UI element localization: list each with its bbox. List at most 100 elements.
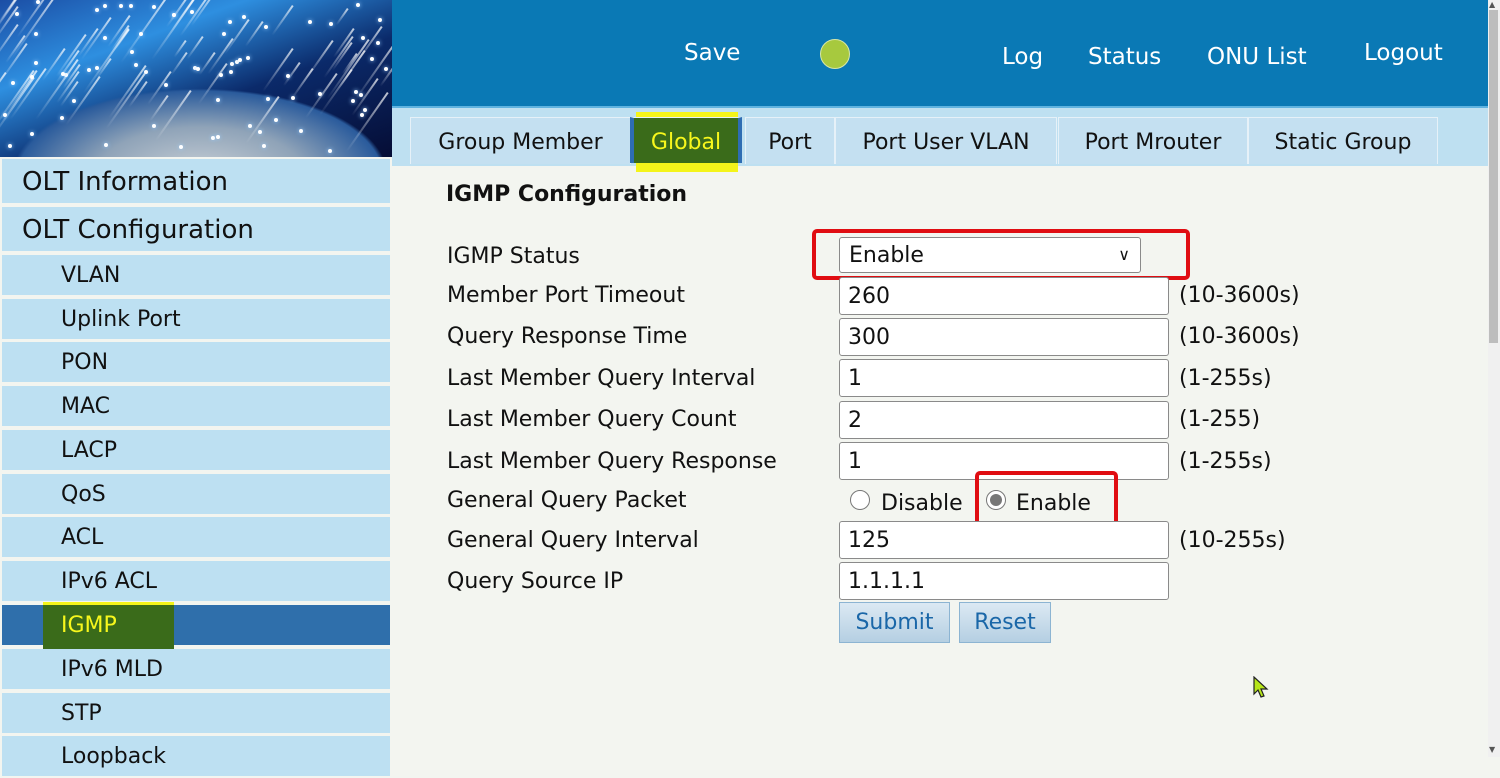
light-dot [358,92,363,97]
sidebar-item-olt-information[interactable]: OLT Information [2,159,390,203]
tab-static-group[interactable]: Static Group [1248,117,1438,164]
sidebar-item-label: LACP [61,438,118,463]
fiber-streak [290,67,314,99]
sidebar-item-mac[interactable]: MAC [2,386,390,426]
query-source-ip-label: Query Source IP [447,569,624,594]
fiber-streak [154,89,192,141]
sidebar-item-label: STP [61,701,102,726]
sidebar-item-label: VLAN [61,263,121,288]
light-dot [263,25,268,30]
onu-list-link[interactable]: ONU List [1207,44,1307,70]
tab-port-user-vlan[interactable]: Port User VLAN [835,117,1057,164]
scrollbar-thumb[interactable] [1489,10,1498,343]
sidebar-item-label: ACL [61,525,104,550]
igmp-status-label: IGMP Status [447,244,580,269]
fiber-streak [186,36,204,60]
sidebar-item-vlan[interactable]: VLAN [2,255,390,295]
query-response-time-range: (10-3600s) [1179,324,1300,349]
tab-global[interactable]: Global [630,117,742,163]
light-dot [103,3,108,8]
sidebar-item-loopback[interactable]: Loopback [2,736,390,776]
light-dot [229,70,234,75]
status-link[interactable]: Status [1088,44,1161,70]
member-port-timeout-range: (10-3600s) [1179,283,1300,308]
vertical-scrollbar[interactable]: ▲ ▼ [1488,0,1500,757]
sidebar-item-label: IPv6 ACL [61,569,158,594]
light-dot [265,97,270,102]
light-dot [195,66,200,71]
last-member-query-response-label: Last Member Query Response [447,449,777,474]
sidebar-item-qos[interactable]: QoS [2,474,390,514]
light-dot [118,4,123,9]
light-dot [237,57,242,62]
light-dot [11,80,16,85]
general-query-interval-label: General Query Interval [447,528,699,553]
last-member-query-interval-range: (1-255s) [1179,366,1272,391]
light-dot [356,2,361,7]
sidebar-item-lacp[interactable]: LACP [2,430,390,470]
light-dot [102,35,107,40]
scroll-down-arrow-icon[interactable]: ▼ [1489,745,1495,754]
member-port-timeout-input[interactable] [839,277,1169,315]
light-dot [33,60,38,65]
fiber-streak [146,71,172,106]
light-dot [104,143,109,148]
logout-link[interactable]: Logout [1364,40,1443,66]
last-member-query-response-range: (1-255s) [1179,449,1272,474]
light-dot [247,124,252,129]
sidebar-item-acl[interactable]: ACL [2,517,390,557]
sidebar-item-label: Uplink Port [61,307,181,332]
scroll-up-arrow-icon[interactable]: ▲ [1489,0,1495,9]
sidebar-item-pon[interactable]: PON [2,342,390,382]
tab-port[interactable]: Port [745,117,835,164]
light-dot [362,107,367,112]
light-dot [353,89,358,94]
general-query-packet-label: General Query Packet [447,488,687,513]
tab-group-member[interactable]: Group Member [410,117,631,164]
query-response-time-label: Query Response Time [447,324,688,349]
fiber-streak [224,19,251,55]
sidebar-item-label: IGMP [61,613,117,638]
last-member-query-interval-input[interactable] [839,359,1169,397]
submit-button[interactable]: Submit [839,602,950,643]
fiber-streak [262,48,294,92]
light-dot [152,123,157,128]
sidebar-item-igmp[interactable]: IGMP [2,602,390,649]
fiber-streak [105,72,147,129]
last-member-query-count-input[interactable] [839,401,1169,439]
sidebar-item-uplink-port[interactable]: Uplink Port [2,299,390,339]
top-header-bar: Save Log Status ONU List Logout [392,0,1488,106]
sidebar-nav: OLT Information OLT Configuration VLAN U… [0,157,392,776]
fiber-streak [271,4,294,36]
light-dot [152,4,157,9]
light-dot [376,41,381,46]
sidebar-item-olt-configuration[interactable]: OLT Configuration [2,207,390,251]
status-led-icon [820,39,850,69]
light-dot [134,62,139,67]
mouse-cursor-icon [1253,676,1269,698]
last-member-query-interval-label: Last Member Query Interval [447,366,756,391]
light-dot [59,115,64,120]
light-dot [172,12,177,17]
light-dot [14,12,19,17]
sidebar-item-stp[interactable]: STP [2,693,390,733]
sidebar-item-ipv6-acl[interactable]: IPv6 ACL [2,561,390,601]
log-link[interactable]: Log [1002,44,1043,70]
light-dot [369,57,374,62]
sidebar-item-ipv6-mld[interactable]: IPv6 MLD [2,649,390,689]
reset-button[interactable]: Reset [959,602,1051,643]
general-query-packet-disable-radio[interactable] [850,490,870,510]
save-link[interactable]: Save [684,40,740,66]
fiber-streak [335,8,349,27]
tab-port-mrouter[interactable]: Port Mrouter [1058,117,1248,164]
fiber-streak [4,69,38,117]
general-query-interval-input[interactable] [839,521,1169,559]
light-dot [8,143,13,148]
query-response-time-input[interactable] [839,318,1169,356]
sidebar-item-label: QoS [61,482,106,507]
light-dot [30,132,35,137]
query-source-ip-input[interactable] [839,562,1169,600]
light-dot [222,32,227,37]
sidebar-item-label: OLT Configuration [22,215,254,245]
light-dot [384,66,389,71]
